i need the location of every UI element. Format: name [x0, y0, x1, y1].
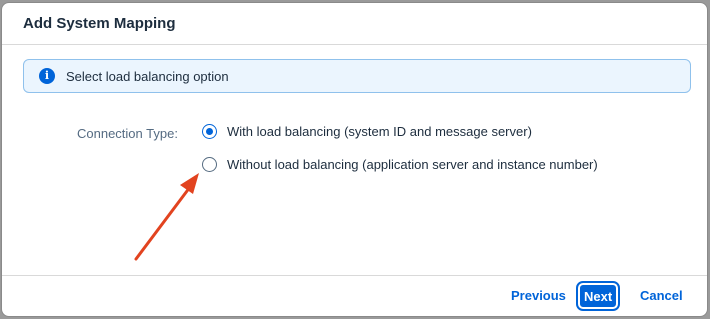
info-message-strip: i Select load balancing option	[23, 59, 691, 93]
dialog-footer: Previous Next Cancel	[2, 275, 707, 316]
connection-type-label: Connection Type:	[77, 126, 178, 141]
radio-label-without-load-balancing[interactable]: Without load balancing (application serv…	[227, 157, 598, 172]
radio-button-unchecked[interactable]	[202, 157, 217, 172]
add-system-mapping-dialog: Add System Mapping i Select load balanci…	[1, 2, 708, 317]
cancel-button[interactable]: Cancel	[636, 284, 687, 308]
radio-label-with-load-balancing[interactable]: With load balancing (system ID and messa…	[227, 124, 532, 139]
previous-button[interactable]: Previous	[507, 284, 570, 308]
info-icon: i	[39, 68, 55, 84]
dialog-header: Add System Mapping	[2, 3, 707, 45]
radio-without-load-balancing[interactable]: Without load balancing (application serv…	[202, 157, 598, 172]
info-message-text: Select load balancing option	[66, 69, 229, 84]
radio-with-load-balancing[interactable]: With load balancing (system ID and messa…	[202, 124, 532, 139]
dialog-title: Add System Mapping	[23, 15, 176, 32]
radio-button-checked[interactable]	[202, 124, 217, 139]
next-button[interactable]: Next	[575, 281, 621, 311]
